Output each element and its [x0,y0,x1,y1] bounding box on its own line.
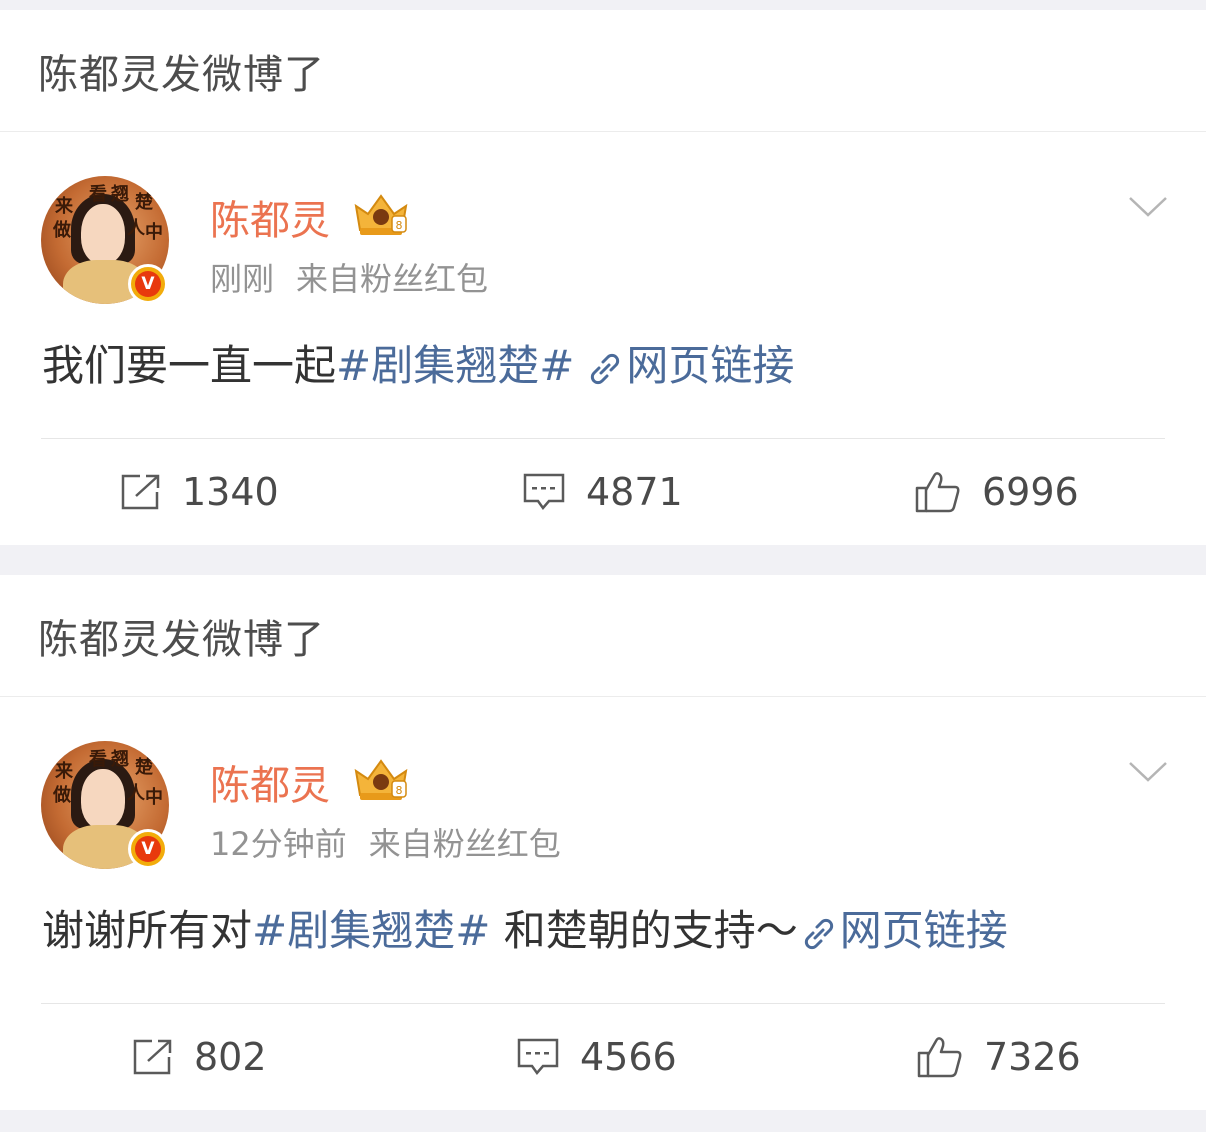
post-source: 来自粉丝红包 [368,825,561,863]
chevron-down-icon[interactable] [1128,761,1168,783]
like-icon [917,1037,962,1078]
avatar-char: 中 [145,222,163,243]
post-text-after: 和楚朝的支持～ [490,906,798,955]
repost-count: 802 [194,1035,267,1079]
username[interactable]: 陈都灵 [210,188,330,246]
repost-icon [121,474,160,510]
comment-count: 4566 [580,1035,677,1079]
comment-button[interactable]: 4566 [516,1004,677,1110]
like-count: 7326 [984,1035,1081,1079]
link-icon [804,918,833,949]
topic-link[interactable]: #剧集翘楚# [252,906,490,955]
link-icon [591,353,620,384]
topic-link[interactable]: #剧集翘楚# [336,341,574,390]
web-link[interactable]: 网页链接 [574,341,794,390]
chevron-down-icon[interactable] [1128,196,1168,218]
avatar-char: 翘 [111,184,129,205]
avatar[interactable]: 来 看 翘 楚 做 人 中 V [41,176,169,304]
avatar-char: 人 [127,218,145,239]
comment-button[interactable]: 4871 [522,439,683,545]
post-content: 谢谢所有对#剧集翘楚# 和楚朝的支持～ 网页链接 [42,897,1008,958]
action-bar: 802 4566 7326 [0,1004,1206,1110]
avatar-char: 看 [89,749,107,770]
post[interactable]: 来 看 翘 楚 做 人 中 V 陈都灵 8 12分钟前 来自粉丝红包 谢谢所有对… [0,697,1206,1110]
crown-icon[interactable]: 8 [352,192,410,238]
avatar-char: 做 [53,220,71,241]
avatar-char: 看 [89,184,107,205]
feed-card-1: 陈都灵发微博了 来 看 翘 楚 做 人 中 V 陈都灵 8 刚刚 来自粉丝红包 … [0,10,1206,545]
avatar-char: 中 [145,787,163,808]
comment-count: 4871 [586,470,683,514]
like-icon [915,472,960,513]
web-link-label: 网页链接 [626,341,795,390]
avatar-char: 楚 [135,192,153,213]
verified-badge-icon: V [128,829,168,869]
post[interactable]: 来 看 翘 楚 做 人 中 V 陈都灵 8 刚刚 来自粉丝红包 我们要一直一起#… [0,132,1206,545]
card-header: 陈都灵发微博了 [0,575,1206,697]
comment-icon [523,473,565,511]
post-meta: 刚刚 来自粉丝红包 [210,254,488,300]
avatar-char: 来 [55,196,73,217]
like-button[interactable]: 6996 [914,439,1079,545]
like-button[interactable]: 7326 [916,1004,1081,1110]
repost-button[interactable]: 1340 [120,439,279,545]
post-time: 刚刚 [210,260,275,298]
verified-badge-icon: V [128,264,168,304]
username[interactable]: 陈都灵 [210,753,330,811]
post-text: 谢谢所有对 [42,906,253,955]
svg-text:8: 8 [396,784,403,797]
avatar-char: 翘 [111,749,129,770]
avatar-char: 楚 [135,757,153,778]
repost-icon [133,1039,172,1075]
avatar-char: 来 [55,761,73,782]
crown-icon[interactable]: 8 [352,757,410,803]
web-link[interactable]: 网页链接 [798,906,1008,955]
avatar-char: 做 [53,785,71,806]
web-link-label: 网页链接 [839,906,1008,955]
repost-button[interactable]: 802 [132,1004,267,1110]
feed-card-2: 陈都灵发微博了 来 看 翘 楚 做 人 中 V 陈都灵 8 12分钟前 来自粉丝… [0,575,1206,1110]
comment-icon [517,1038,559,1076]
avatar-char: 人 [127,783,145,804]
post-text: 我们要一直一起 [42,341,337,390]
post-source: 来自粉丝红包 [296,260,489,298]
card-header: 陈都灵发微博了 [0,10,1206,132]
post-content: 我们要一直一起#剧集翘楚# 网页链接 [42,332,794,393]
svg-text:8: 8 [396,219,403,232]
action-bar: 1340 4871 6996 [0,439,1206,545]
avatar[interactable]: 来 看 翘 楚 做 人 中 V [41,741,169,869]
post-meta: 12分钟前 来自粉丝红包 [210,819,561,865]
post-time: 12分钟前 [210,825,347,863]
like-count: 6996 [982,470,1079,514]
repost-count: 1340 [182,470,279,514]
